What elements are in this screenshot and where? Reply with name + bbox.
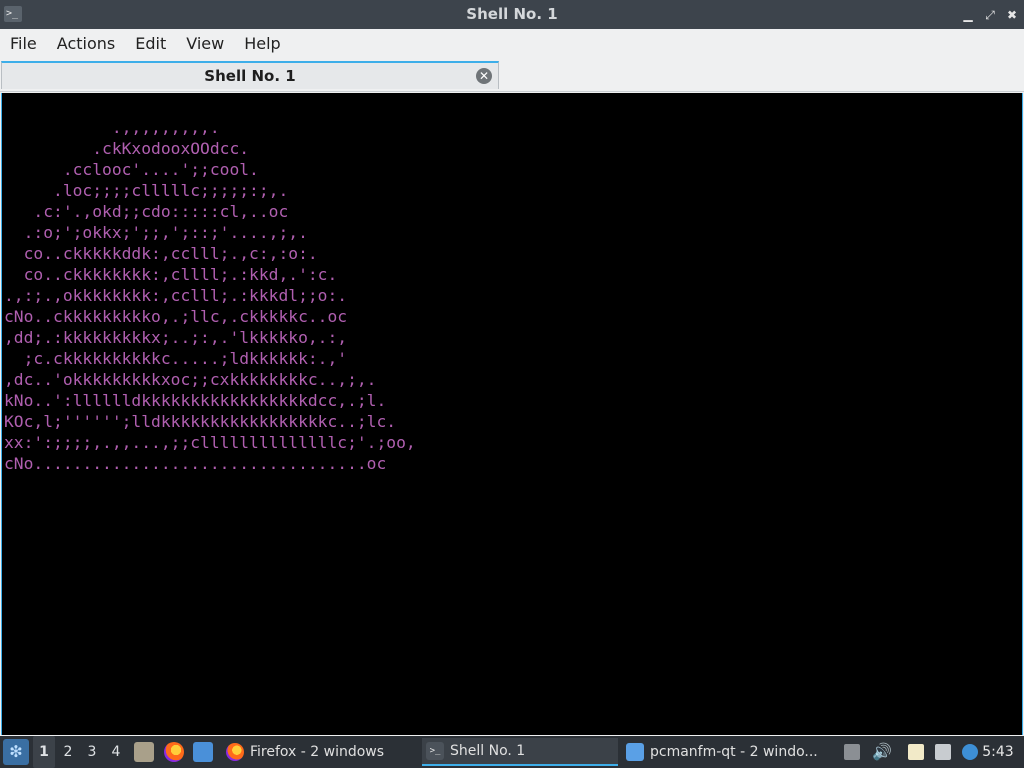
file-manager-icon[interactable] bbox=[193, 742, 213, 762]
network-icon[interactable] bbox=[935, 744, 951, 760]
terminal-output[interactable]: .,,,,,,,,,. .ckKxodooxOOdcc. .cclooc'...… bbox=[1, 93, 1023, 735]
title-bar[interactable]: >_ Shell No. 1 ▁ ⤢ ✖ bbox=[0, 0, 1024, 29]
tab-label: Shell No. 1 bbox=[204, 67, 296, 85]
minimize-icon[interactable]: ▁ bbox=[962, 9, 974, 21]
eject-icon[interactable] bbox=[844, 744, 860, 760]
task-label: Shell No. 1 bbox=[450, 743, 526, 759]
volume-icon[interactable]: 🔊 bbox=[872, 744, 892, 760]
terminal-text: .,,,,,,,,,. .ckKxodooxOOdcc. .cclooc'...… bbox=[4, 118, 416, 473]
show-desktop-icon[interactable] bbox=[134, 742, 154, 762]
menu-help[interactable]: Help bbox=[234, 29, 290, 59]
menu-bar: File Actions Edit View Help bbox=[0, 29, 1024, 59]
window-title: Shell No. 1 bbox=[466, 5, 558, 23]
desktop-2[interactable]: 2 bbox=[57, 736, 79, 768]
notification-icon[interactable] bbox=[962, 744, 978, 760]
tab-bar: Shell No. 1 ✕ bbox=[0, 59, 1024, 92]
tab-shell-1[interactable]: Shell No. 1 ✕ bbox=[1, 61, 499, 89]
task-label: Firefox - 2 windows bbox=[250, 744, 385, 760]
terminal-icon: >_ bbox=[426, 742, 444, 760]
firefox-icon bbox=[226, 743, 244, 761]
tab-close-icon[interactable]: ✕ bbox=[476, 68, 492, 84]
task-pcmanfm[interactable]: pcmanfm-qt - 2 windo... bbox=[622, 738, 836, 766]
menu-actions[interactable]: Actions bbox=[47, 29, 125, 59]
start-menu-icon[interactable]: ❇ bbox=[3, 739, 29, 765]
menu-edit[interactable]: Edit bbox=[125, 29, 176, 59]
task-shell[interactable]: >_ Shell No. 1 bbox=[422, 738, 618, 766]
desktop-1[interactable]: 1 bbox=[33, 736, 55, 768]
menu-view[interactable]: View bbox=[176, 29, 234, 59]
desktop-3[interactable]: 3 bbox=[81, 736, 103, 768]
task-firefox[interactable]: Firefox - 2 windows bbox=[222, 738, 422, 766]
taskbar: ❇ 1 2 3 4 Firefox - 2 windows >_ Shell N… bbox=[0, 736, 1024, 768]
folder-icon bbox=[626, 743, 644, 761]
menu-file[interactable]: File bbox=[0, 29, 47, 59]
window-controls: ▁ ⤢ ✖ bbox=[962, 0, 1018, 29]
clipboard-icon[interactable] bbox=[908, 744, 924, 760]
firefox-icon[interactable] bbox=[164, 742, 184, 762]
desktop-4[interactable]: 4 bbox=[105, 736, 127, 768]
clock[interactable]: 5:43 bbox=[978, 736, 1018, 768]
close-icon[interactable]: ✖ bbox=[1006, 9, 1018, 21]
terminal-window: >_ Shell No. 1 ▁ ⤢ ✖ File Actions Edit V… bbox=[0, 0, 1024, 736]
maximize-icon[interactable]: ⤢ bbox=[984, 9, 996, 21]
task-label: pcmanfm-qt - 2 windo... bbox=[650, 744, 818, 760]
